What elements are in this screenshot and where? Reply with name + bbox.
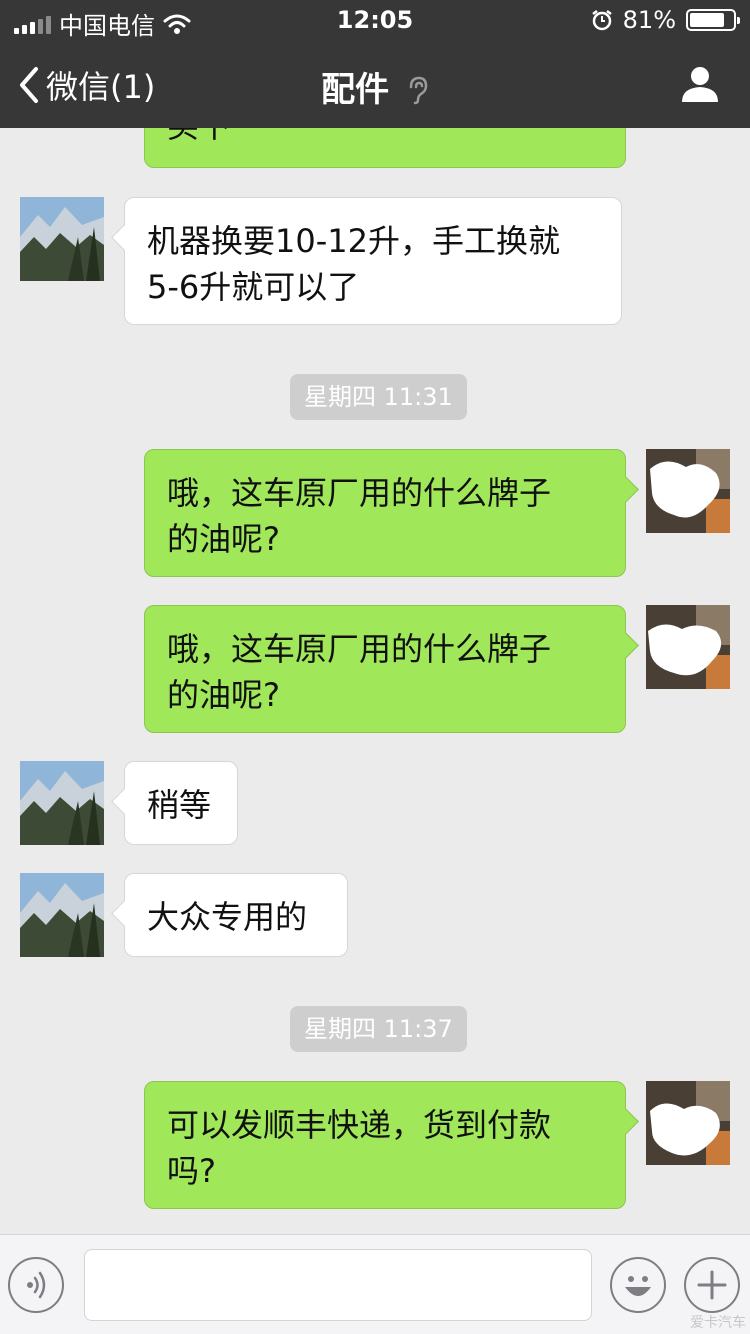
message-text-line: 5-6升就可以了 [147, 268, 360, 306]
message-text-line: 机器换要10-12升，手工换就 [147, 222, 560, 260]
timestamp-label: 星期四 11:31 [290, 374, 467, 420]
message-text-line: 哦，这车原厂用的什么牌子 [167, 630, 552, 668]
message-bubble-outgoing[interactable]: 哦，这车原厂用的什么牌子 的油呢? [144, 605, 626, 733]
message-text-line: 稍等 [147, 786, 212, 824]
contact-avatar[interactable] [20, 873, 104, 957]
my-avatar[interactable] [646, 605, 730, 689]
message-bubble-outgoing[interactable]: 哦，这车原厂用的什么牌子 的油呢? [144, 449, 626, 577]
status-right: 81% [591, 6, 740, 34]
status-bar: 中国电信 12:05 81% [0, 0, 750, 40]
message-bubble-incoming[interactable]: 大众专用的 [124, 873, 348, 957]
emoji-icon [625, 1276, 651, 1296]
plus-icon [697, 1270, 727, 1300]
my-avatar[interactable] [646, 1081, 730, 1165]
chat-title-area: 配件 [0, 62, 750, 111]
message-bubble-outgoing-partial[interactable]: 买下 [144, 128, 626, 168]
profile-button[interactable] [680, 64, 720, 108]
message-bubble-outgoing[interactable]: 可以发顺丰快递，货到付款 吗? [144, 1081, 626, 1209]
voice-button[interactable] [8, 1257, 64, 1313]
message-input[interactable] [84, 1249, 592, 1321]
nav-bar: 微信(1) 配件 [0, 40, 750, 128]
message-text-line: 的油呢? [167, 520, 280, 558]
earpiece-icon [409, 76, 428, 105]
message-bubble-incoming[interactable]: 机器换要10-12升，手工换就 5-6升就可以了 [124, 197, 622, 325]
battery-percent: 81% [622, 6, 676, 34]
contact-avatar[interactable] [20, 761, 104, 845]
watermark: 爱卡汽车 [690, 1315, 746, 1331]
chat-area[interactable]: 买下 机器换要10-12升，手工换就 5-6升就可以了 星期四 11:31 哦，… [0, 128, 750, 1232]
message-text-line: 大众专用的 [147, 898, 308, 936]
alarm-icon [591, 10, 612, 31]
message-text-line: 哦，这车原厂用的什么牌子 [167, 474, 552, 512]
emoji-button[interactable] [610, 1257, 666, 1313]
input-bar: 爱卡汽车 [0, 1234, 750, 1334]
battery-fill [690, 13, 725, 27]
message-text-line: 吗? [167, 1152, 216, 1190]
message-text: 买下 [167, 128, 231, 149]
message-bubble-incoming[interactable]: 稍等 [124, 761, 238, 845]
my-avatar[interactable] [646, 449, 730, 533]
plus-button[interactable] [684, 1257, 740, 1313]
contact-avatar[interactable] [20, 197, 104, 281]
battery-icon [686, 9, 740, 31]
profile-icon [682, 67, 718, 102]
timestamp-label: 星期四 11:37 [290, 1006, 467, 1052]
message-text-line: 可以发顺丰快递，货到付款 [167, 1106, 552, 1144]
page-title: 配件 [321, 70, 390, 110]
message-text-line: 的油呢? [167, 676, 280, 714]
voice-icon [27, 1271, 46, 1299]
